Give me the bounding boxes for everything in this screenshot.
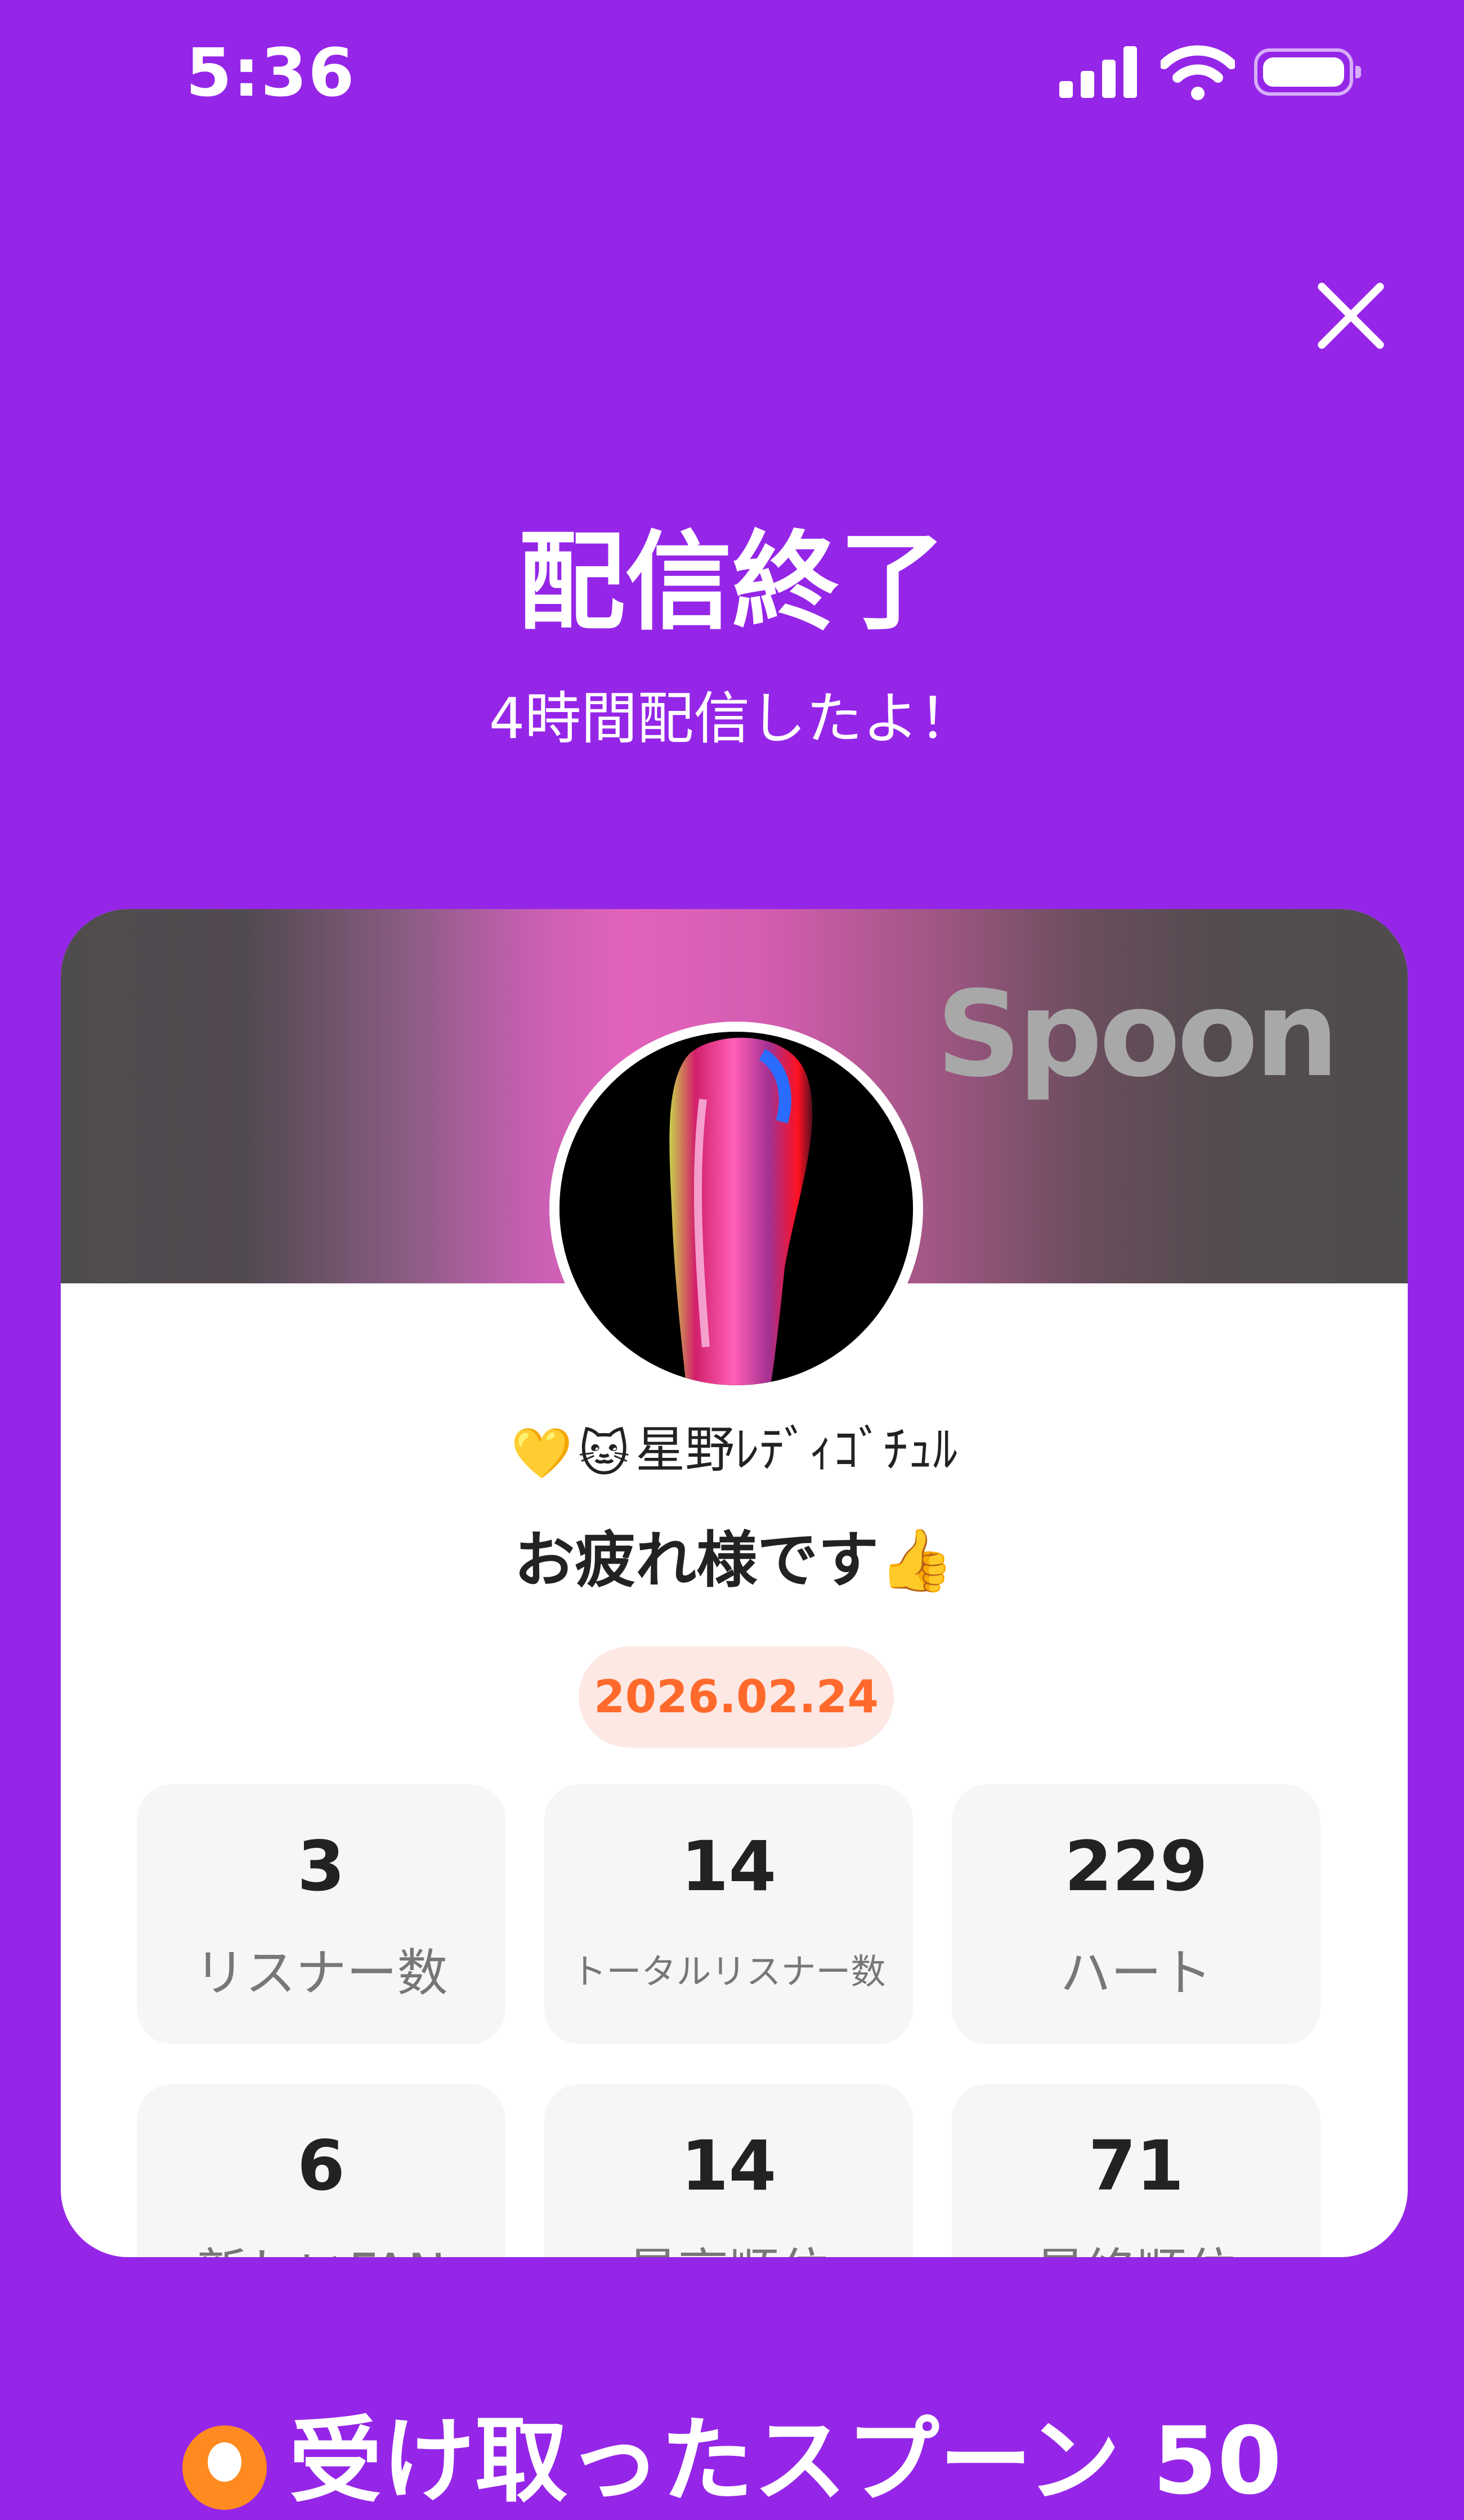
received-spoons-heading: 受け取ったスプーン 50: [0, 2385, 1464, 2520]
stat-value: 6: [297, 2126, 345, 2206]
avatar-image: [559, 1032, 913, 1385]
stat-value: 14: [680, 1827, 777, 1906]
signal-icon: [1059, 46, 1138, 98]
stat-label: トータルリスナー数: [571, 1951, 886, 1992]
stat-value: 3: [297, 1827, 345, 1906]
stat-value: 71: [1088, 2126, 1184, 2206]
date-badge: 2026.02.24: [579, 1646, 894, 1748]
spoon-coin-icon: [182, 2425, 267, 2510]
spoon-logo: Spoon: [936, 965, 1339, 1103]
stat-label: 新しいFAN: [137, 2231, 505, 2257]
stat-highest-rank: 14 最高順位: [544, 2084, 913, 2257]
broadcast-message: お疲れ様です👍: [514, 1525, 955, 1596]
page-title: 配信終了: [518, 520, 946, 644]
close-button[interactable]: [1300, 265, 1402, 366]
stat-label: ハート: [1060, 1944, 1212, 2003]
user-name: 星野ﾚﾃﾞｨｺﾞﾁｭﾙ: [635, 1421, 958, 1479]
cat-emoji: 🐱: [578, 1424, 630, 1483]
received-spoons-text: 受け取ったスプーン 50: [289, 2407, 1282, 2515]
status-time: 5:36: [186, 34, 356, 111]
stat-label: 最高順位: [544, 2231, 913, 2257]
stat-value: 14: [680, 2126, 777, 2206]
stat-final-rank: 71 最終順位: [952, 2084, 1320, 2257]
stat-label: 最終順位: [952, 2231, 1320, 2257]
avatar: [549, 1022, 923, 1395]
stat-listeners: 3 リスナー数: [137, 1784, 505, 2044]
user-name-row: 💛 🐱 星野ﾚﾃﾞｨｺﾞﾁｭﾙ: [61, 1410, 1408, 1483]
stat-total-listeners: 14 トータルリスナー数: [544, 1784, 913, 2044]
stat-new-fans: 6 新しいFAN: [137, 2084, 505, 2257]
stat-hearts: 229 ハート: [952, 1784, 1320, 2044]
battery-icon: [1254, 48, 1361, 96]
wifi-icon: [1161, 45, 1235, 100]
page-subtitle: 4時間配信したよ！: [489, 686, 975, 751]
stat-label: リスナー数: [194, 1944, 448, 2003]
broadcast-summary-card: Spoon 💛 🐱 星野ﾚﾃﾞｨｺﾞﾁｭﾙ お疲れ様です👍 2026.02.24…: [61, 909, 1408, 2257]
heart-emoji: 💛: [511, 1424, 573, 1483]
stat-value: 229: [1064, 1827, 1208, 1906]
